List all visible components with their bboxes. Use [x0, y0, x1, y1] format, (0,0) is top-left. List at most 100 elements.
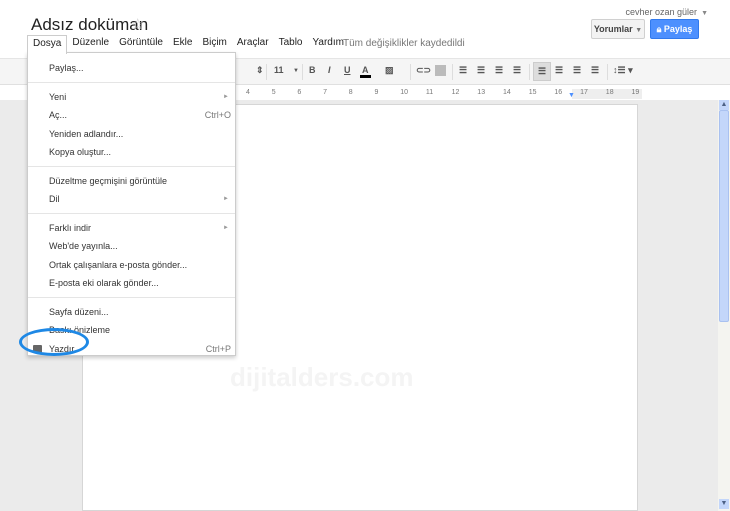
- menu-item[interactable]: E-posta eki olarak gönder...: [28, 274, 235, 292]
- bold-button[interactable]: B: [309, 65, 316, 75]
- menu-separator: [28, 212, 235, 214]
- caret-down-icon: ▼: [701, 10, 708, 17]
- align-left-icon[interactable]: ☰: [533, 62, 551, 81]
- line-spacing-icon[interactable]: ↕☰ ▾: [613, 65, 633, 76]
- vertical-scrollbar[interactable]: ▲ ▼: [718, 100, 730, 511]
- menu-item-label: Paylaş...: [49, 63, 84, 73]
- indent-marker-icon[interactable]: ▼: [568, 92, 575, 99]
- menu-3[interactable]: Ekle: [168, 35, 197, 53]
- watermark: dijitalders.com: [230, 362, 414, 392]
- ruler-number: 8: [348, 89, 353, 96]
- shortcut: Ctrl+O: [204, 110, 231, 120]
- comments-label: Yorumlar: [593, 24, 633, 34]
- highlight-color-icon[interactable]: ▨: [385, 65, 394, 76]
- menu-4[interactable]: Biçim: [197, 35, 231, 53]
- stepper-icon[interactable]: ⇕: [256, 65, 264, 76]
- menu-5[interactable]: Araçlar: [232, 35, 274, 53]
- menu-1[interactable]: Düzenle: [67, 35, 114, 53]
- numbered-list-icon[interactable]: ☰: [459, 65, 467, 76]
- share-button[interactable]: 🔒︎ Paylaş: [650, 19, 699, 39]
- font-size-select[interactable]: 11: [274, 65, 284, 75]
- menu-item-label: Web'de yayınla...: [49, 241, 118, 251]
- share-label: Paylaş: [663, 24, 693, 34]
- file-menu: Paylaş... Yeni ► Aç... Ctrl+O Yeniden adlandı…: [27, 52, 236, 356]
- ruler-number: 5: [271, 89, 276, 96]
- ruler-number: 15: [528, 89, 537, 96]
- user-account[interactable]: cevher ozan güler ▼: [626, 7, 708, 17]
- align-center-icon[interactable]: ☰: [555, 65, 563, 76]
- menu-0[interactable]: Dosya: [27, 35, 68, 54]
- underline-button[interactable]: U: [344, 65, 351, 75]
- divider: [302, 64, 303, 80]
- highlight-circle: [19, 328, 89, 356]
- submenu-arrow-icon: ►: [223, 93, 229, 100]
- menu-item[interactable]: Düzeltme geçmişini görüntüle: [28, 172, 235, 190]
- menu-item-label: Düzeltme geçmişini görüntüle: [49, 175, 168, 186]
- menu-item[interactable]: Dil ►: [28, 190, 235, 208]
- ruler-number: 18: [605, 89, 614, 96]
- menu-item[interactable]: Farklı indir ►: [28, 219, 235, 237]
- ruler-number: 4: [246, 89, 250, 96]
- divider: [410, 64, 411, 80]
- menu-separator: [28, 296, 235, 298]
- menu-item[interactable]: Kopya oluştur...: [28, 143, 235, 161]
- menu-item[interactable]: Yeni ►: [28, 88, 235, 106]
- image-icon[interactable]: [435, 65, 446, 76]
- ruler-number: 13: [477, 89, 486, 96]
- menu-item-label: Dil: [49, 194, 60, 204]
- shortcut: Ctrl+P: [205, 343, 231, 354]
- decrease-indent-icon[interactable]: ☰: [495, 65, 503, 76]
- menu-item-label: Aç...: [49, 110, 68, 120]
- menu-item-label: Sayfa düzeni...: [49, 306, 109, 317]
- star-icon[interactable]: ☆: [131, 15, 144, 33]
- link-icon[interactable]: ⊂⊃: [416, 65, 431, 76]
- caret-down-icon: ▼: [635, 27, 643, 34]
- ruler-number: 14: [503, 89, 511, 96]
- menu-item[interactable]: Web'de yayınla...: [28, 237, 235, 255]
- ruler-number: 19: [631, 89, 640, 96]
- menu-item[interactable]: Yeniden adlandır...: [28, 125, 235, 143]
- menu-item-label: Yeni: [49, 91, 67, 102]
- italic-button[interactable]: I: [328, 65, 331, 75]
- scroll-down-icon[interactable]: ▼: [719, 499, 729, 509]
- ruler-number: 12: [451, 89, 460, 96]
- increase-indent-icon[interactable]: ☰: [513, 65, 521, 76]
- justify-icon[interactable]: ☰: [591, 65, 599, 76]
- scrollbar-thumb[interactable]: [719, 110, 729, 322]
- lock-icon: 🔒︎: [656, 24, 662, 34]
- save-status: Tüm değişiklikler kaydedildi: [343, 38, 465, 49]
- submenu-arrow-icon: ►: [223, 224, 229, 231]
- divider: [266, 64, 267, 80]
- ruler-number: 10: [400, 89, 408, 96]
- ruler[interactable]: 4 5 6 7 8 9 10 11 12 13 14 15 16 17 18 19 ▼: [236, 89, 642, 99]
- ruler-number: 11: [425, 89, 434, 96]
- menu-item-label: E-posta eki olarak gönder...: [49, 278, 159, 288]
- divider: [529, 64, 530, 80]
- text-color-button[interactable]: A: [360, 65, 371, 78]
- menu-item[interactable]: Sayfa düzeni...: [28, 303, 235, 321]
- bulleted-list-icon[interactable]: ☰: [477, 65, 485, 76]
- menu-item-label: Yeniden adlandır...: [49, 128, 124, 139]
- menu-item-label: Farklı indir: [49, 222, 92, 233]
- menu-item[interactable]: Ortak çalışanlara e-posta gönder...: [28, 256, 235, 274]
- menu-2[interactable]: Görüntüle: [114, 35, 168, 53]
- scroll-up-icon[interactable]: ▲: [719, 100, 729, 110]
- menu-item-label: Kopya oluştur...: [49, 147, 112, 157]
- ruler-number: 9: [374, 89, 379, 96]
- caret-down-icon[interactable]: ▼: [293, 68, 299, 74]
- divider: [452, 64, 453, 80]
- ruler-number: 7: [323, 89, 327, 96]
- ruler-number: 6: [297, 89, 302, 96]
- menu-6[interactable]: Tablo: [274, 35, 308, 53]
- ruler-number: 16: [554, 89, 563, 96]
- menu-item[interactable]: Paylaş...: [28, 59, 235, 77]
- submenu-arrow-icon: ►: [223, 196, 229, 202]
- menu-item[interactable]: Aç... Ctrl+O: [28, 106, 235, 124]
- user-name: cevher ozan güler: [625, 7, 698, 17]
- align-right-icon[interactable]: ☰: [573, 65, 581, 76]
- comments-button[interactable]: Yorumlar ▼: [591, 19, 645, 39]
- divider: [607, 64, 608, 80]
- menu-separator: [28, 165, 235, 167]
- ruler-number: 17: [580, 89, 588, 96]
- menu-bar: Dosya Düzenle Görüntüle Ekle Biçim Araçlar Tab…: [27, 35, 349, 54]
